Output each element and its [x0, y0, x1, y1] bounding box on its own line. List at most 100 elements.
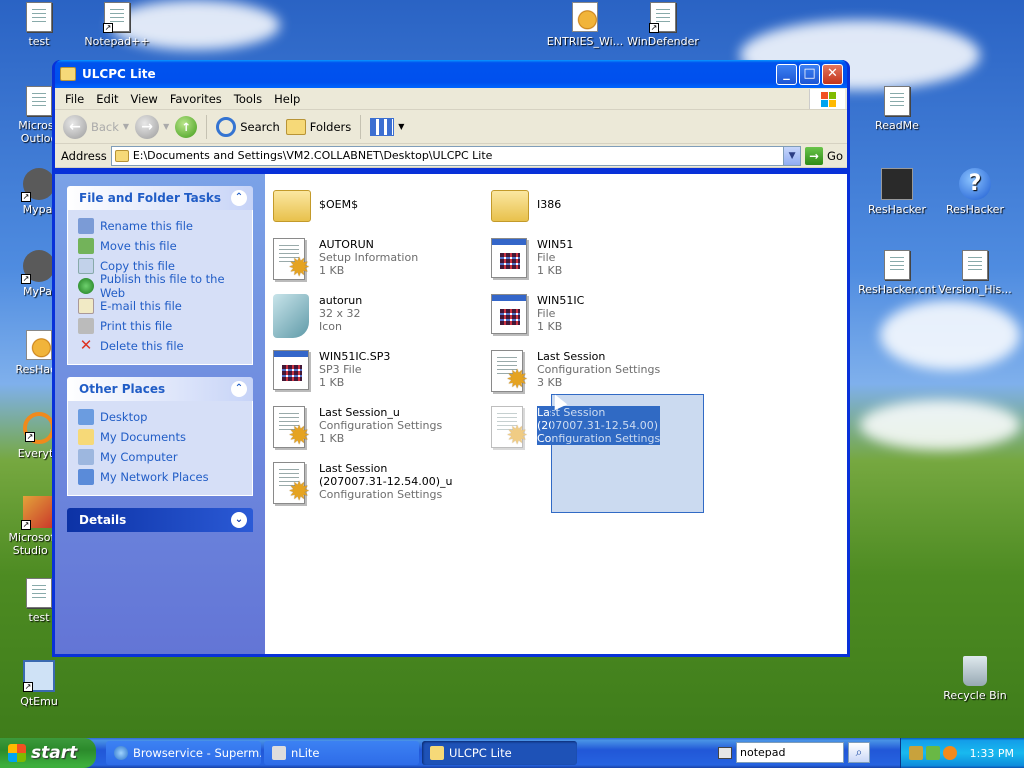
reshacker-icon	[881, 168, 913, 200]
menu-help[interactable]: Help	[268, 92, 306, 106]
taskbar: start Browservice - Superm... nLite ULCP…	[0, 738, 1024, 768]
help-icon: ?	[959, 168, 991, 200]
address-bar: Address E:\Documents and Settings\VM2.CO…	[55, 144, 847, 168]
desktop-icon	[78, 409, 94, 425]
file-item[interactable]: WIN51IC.SP3 SP3 File 1 KB	[273, 350, 483, 396]
taskbar-item-browservice[interactable]: Browservice - Superm...	[106, 741, 261, 765]
file-item[interactable]: autorun 32 x 32 Icon	[273, 294, 483, 340]
views-button[interactable]: ▼	[370, 117, 404, 136]
network-icon	[78, 469, 94, 485]
folders-button[interactable]: Folders	[285, 118, 351, 135]
forward-button[interactable]: → ▼	[135, 114, 169, 139]
minimize-button[interactable]: _	[776, 64, 797, 85]
menu-tools[interactable]: Tools	[228, 92, 268, 106]
menu-view[interactable]: View	[125, 92, 164, 106]
computer-icon	[78, 449, 94, 465]
config-settings-icon	[491, 350, 528, 395]
desktop-icon-reshacker-cnt[interactable]: ResHacker.cnt	[858, 250, 936, 296]
document-icon	[884, 250, 910, 280]
desktop-icon-notepadpp[interactable]: ↗ Notepad++	[78, 2, 156, 48]
go-button[interactable]: → Go	[805, 146, 843, 165]
desktop-icon-recycle-bin[interactable]: Recycle Bin	[936, 656, 1014, 702]
file-item[interactable]: I386	[491, 184, 701, 230]
collapse-chevron-icon[interactable]: ⌃	[231, 381, 247, 397]
address-input[interactable]: E:\Documents and Settings\VM2.COLLABNET\…	[110, 145, 802, 166]
cloud	[880, 300, 1020, 370]
details-panel: Details ⌄	[67, 508, 253, 532]
search-icon	[216, 116, 237, 137]
notepad-icon: ↗	[103, 2, 130, 33]
title-bar[interactable]: ULCPC Lite _ □ ✕	[55, 60, 847, 88]
document-icon	[26, 2, 52, 32]
task-publish[interactable]: Publish this file to the Web	[78, 272, 244, 300]
desktop-icon-readme[interactable]: ReadMe	[858, 86, 936, 132]
taskbar-item-ulcpc-lite[interactable]: ULCPC Lite	[422, 741, 577, 765]
desktop-icon-test[interactable]: test	[0, 2, 78, 48]
file-item[interactable]: WIN51IC File 1 KB	[491, 294, 701, 340]
menu-edit[interactable]: Edit	[90, 92, 124, 106]
generic-file-icon	[491, 238, 527, 278]
document-icon	[26, 578, 52, 608]
delete-x-icon: ✕	[79, 336, 93, 354]
expand-chevron-icon[interactable]: ⌄	[231, 512, 247, 528]
tray-network-icon[interactable]	[909, 746, 923, 760]
move-icon	[78, 238, 94, 254]
nlite-icon	[272, 746, 286, 760]
back-button[interactable]: ← Back ▼	[63, 114, 129, 139]
tray-search-icon[interactable]	[943, 746, 957, 760]
details-header[interactable]: Details ⌄	[67, 508, 253, 532]
file-item[interactable]: AUTORUNSetup Information1 KB	[273, 238, 483, 284]
task-rename[interactable]: Rename this file	[78, 216, 244, 236]
desktop-icon-version-history[interactable]: Version_His...	[936, 250, 1014, 296]
file-item[interactable]: $OEM$	[273, 184, 483, 230]
generic-file-icon	[491, 294, 527, 334]
up-folder-icon: ↑	[175, 115, 198, 138]
desktop-icon-entries[interactable]: ENTRIES_Wi...	[546, 2, 624, 48]
task-pane: File and Folder Tasks ⌃ Rename this file…	[55, 174, 265, 654]
file-list: $OEM$ I386 AUTORUNSetup Information1 KB …	[265, 174, 847, 654]
taskbar-search-input[interactable]	[736, 742, 844, 763]
file-item[interactable]: Last Session(207007.31-12.54.00)_uConfig…	[273, 462, 483, 508]
search-button[interactable]: Search	[216, 116, 280, 137]
monitor-icon: ↗	[23, 660, 55, 692]
place-my-computer[interactable]: My Computer	[78, 447, 244, 467]
copy-icon	[78, 258, 94, 274]
cloud	[860, 400, 1020, 450]
system-tray: 1:33 PM	[900, 738, 1024, 768]
taskbar-item-nlite[interactable]: nLite	[264, 741, 419, 765]
windows-logo-icon	[809, 89, 845, 109]
task-print[interactable]: Print this file	[78, 316, 244, 336]
desktop-icon-reshacker[interactable]: ResHacker	[858, 168, 936, 216]
document-icon	[884, 86, 910, 116]
task-delete[interactable]: ✕ Delete this file	[78, 336, 244, 356]
tray-app-icon[interactable]	[926, 746, 940, 760]
file-item[interactable]: Last Session_uConfiguration Settings1 KB	[273, 406, 483, 452]
place-desktop[interactable]: Desktop	[78, 407, 244, 427]
search-icon[interactable]: ⌕	[848, 742, 870, 763]
browser-icon: ↗	[21, 168, 55, 202]
my-documents-icon	[78, 429, 94, 445]
place-my-documents[interactable]: My Documents	[78, 427, 244, 447]
toolbar-separator	[206, 114, 208, 139]
file-tasks-header[interactable]: File and Folder Tasks ⌃	[67, 186, 253, 210]
menu-file[interactable]: File	[59, 92, 90, 106]
rename-icon	[78, 218, 94, 234]
file-item[interactable]: WIN51 File 1 KB	[491, 238, 701, 284]
file-item[interactable]: Last SessionConfiguration Settings3 KB	[491, 350, 701, 396]
clock[interactable]: 1:33 PM	[970, 747, 1014, 760]
desktop-icon-windefender[interactable]: ↗ WinDefender	[624, 2, 702, 48]
maximize-button[interactable]: □	[799, 64, 820, 85]
collapse-chevron-icon[interactable]: ⌃	[231, 190, 247, 206]
settings-file-icon	[572, 2, 598, 32]
address-dropdown-button[interactable]: ▼	[783, 146, 801, 165]
outlook-icon	[26, 86, 52, 116]
task-move[interactable]: Move this file	[78, 236, 244, 256]
menu-favorites[interactable]: Favorites	[164, 92, 228, 106]
place-my-network[interactable]: My Network Places	[78, 467, 244, 487]
start-button[interactable]: start	[0, 738, 96, 768]
desktop-icon-reshacker-help[interactable]: ? ResHacker	[936, 168, 1014, 216]
other-places-header[interactable]: Other Places ⌃	[67, 377, 253, 401]
desktop-icon-qtemu[interactable]: ↗ QtEmu	[0, 660, 78, 708]
close-button[interactable]: ✕	[822, 64, 843, 85]
up-button[interactable]: ↑	[175, 115, 198, 138]
